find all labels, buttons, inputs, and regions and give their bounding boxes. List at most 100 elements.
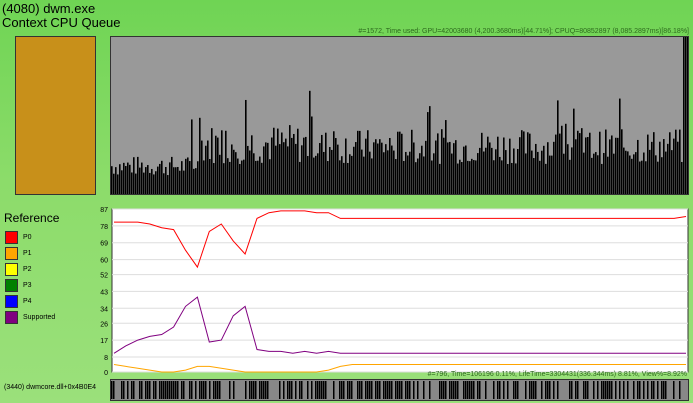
strip-bar bbox=[145, 381, 147, 399]
strip-bar bbox=[651, 381, 653, 399]
top-info-text: #=1572, Time used: GPU=42003680 (4,200.3… bbox=[358, 28, 689, 35]
queue-bar bbox=[389, 137, 391, 194]
queue-bar bbox=[505, 150, 507, 194]
queue-bar bbox=[209, 158, 211, 194]
strip-bar bbox=[199, 381, 201, 399]
queue-bar bbox=[289, 125, 291, 194]
queue-bar bbox=[657, 161, 659, 194]
queue-bar bbox=[589, 132, 591, 194]
strip-bar bbox=[343, 381, 345, 399]
queue-bar bbox=[559, 133, 561, 194]
strip-bar bbox=[597, 381, 599, 399]
queue-bar bbox=[117, 174, 119, 194]
strip-bar bbox=[553, 381, 555, 399]
legend-swatch bbox=[5, 279, 18, 292]
queue-bar bbox=[129, 164, 131, 194]
queue-bar bbox=[555, 134, 557, 194]
queue-bar bbox=[187, 157, 189, 194]
queue-bar bbox=[503, 137, 505, 194]
queue-bar bbox=[221, 130, 223, 194]
strip-bar bbox=[261, 381, 263, 399]
queue-bar bbox=[617, 137, 619, 194]
legend-swatch bbox=[5, 231, 18, 244]
queue-bar bbox=[647, 134, 649, 194]
queue-bar bbox=[203, 160, 205, 194]
strip-bar bbox=[397, 381, 399, 399]
line-chart[interactable]: 0 8 17 26 34 43 52 60 69 78 87 bbox=[92, 203, 692, 375]
strip-bar bbox=[361, 381, 363, 399]
strip-bar bbox=[347, 381, 349, 399]
legend-label: P3 bbox=[23, 282, 32, 289]
queue-bar bbox=[191, 119, 193, 194]
queue-bar bbox=[275, 145, 277, 194]
queue-bar bbox=[147, 165, 149, 194]
strip-bar bbox=[167, 381, 169, 399]
queue-bar bbox=[675, 129, 677, 194]
queue-bar bbox=[477, 153, 479, 194]
strip-bar bbox=[497, 381, 499, 399]
queue-bar bbox=[469, 161, 471, 194]
queue-bar bbox=[651, 141, 653, 194]
strip-bar bbox=[289, 381, 291, 399]
legend-item: Supported bbox=[5, 311, 55, 324]
strip-bar bbox=[603, 381, 605, 399]
strip-bar bbox=[607, 381, 609, 399]
queue-bar bbox=[279, 144, 281, 194]
queue-bar bbox=[467, 160, 469, 194]
queue-bar bbox=[619, 98, 621, 194]
queue-bar bbox=[525, 153, 527, 194]
queue-bar bbox=[595, 152, 597, 194]
strip-bar bbox=[471, 381, 473, 399]
strip-bar bbox=[407, 381, 409, 399]
legend-label: Supported bbox=[23, 314, 56, 321]
queue-bar bbox=[541, 150, 543, 194]
queue-bar bbox=[181, 161, 183, 194]
queue-bar bbox=[603, 152, 605, 194]
strip-bar bbox=[155, 381, 157, 399]
queue-bar bbox=[343, 162, 345, 194]
strip-bar bbox=[545, 381, 547, 399]
queue-bar bbox=[607, 156, 609, 194]
strip-bar bbox=[507, 381, 509, 399]
queue-bar bbox=[533, 158, 535, 194]
strip-bar bbox=[593, 381, 595, 399]
queue-bar bbox=[253, 153, 255, 194]
queue-bar bbox=[441, 129, 443, 194]
queue-bar bbox=[547, 142, 549, 194]
queue-bar bbox=[519, 137, 521, 194]
queue-bar bbox=[573, 108, 575, 194]
queue-bar bbox=[325, 132, 327, 194]
strip-bar bbox=[133, 381, 135, 399]
strip-bar bbox=[291, 381, 293, 399]
queue-bar bbox=[171, 156, 173, 194]
strip-bar bbox=[229, 381, 231, 399]
strip-bar bbox=[183, 381, 185, 399]
queue-bar bbox=[149, 172, 151, 194]
queue-bar bbox=[683, 37, 685, 194]
strip-bar bbox=[379, 381, 381, 399]
queue-bar bbox=[387, 150, 389, 194]
queue-bar bbox=[239, 163, 241, 194]
strip-bar bbox=[149, 381, 151, 399]
strip-bar bbox=[263, 381, 265, 399]
queue-bar bbox=[201, 140, 203, 194]
cpu-queue-panel[interactable] bbox=[110, 36, 689, 195]
y-tick-label: 17 bbox=[100, 338, 108, 345]
queue-bar bbox=[507, 163, 509, 194]
queue-bar bbox=[281, 132, 283, 194]
queue-bar bbox=[329, 147, 331, 194]
strip-bar bbox=[123, 381, 125, 399]
strip-bar bbox=[339, 381, 341, 399]
strip-bar bbox=[349, 381, 351, 399]
strip-bar bbox=[637, 381, 639, 399]
strip-bar bbox=[383, 381, 385, 399]
queue-bar bbox=[175, 167, 177, 194]
strip-bar bbox=[463, 381, 465, 399]
strip-bar bbox=[633, 381, 635, 399]
timeline-strip[interactable] bbox=[110, 379, 689, 401]
strip-bar bbox=[321, 381, 323, 399]
queue-bar bbox=[161, 160, 163, 194]
queue-bar bbox=[211, 128, 213, 194]
y-tick-label: 60 bbox=[100, 258, 108, 265]
legend-swatch bbox=[5, 263, 18, 276]
